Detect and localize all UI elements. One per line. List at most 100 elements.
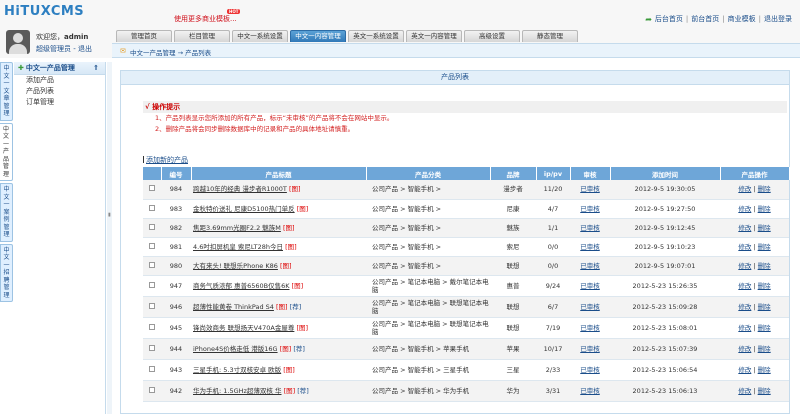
product-tag: [图]	[282, 223, 295, 232]
review-status-link[interactable]: 已审核	[580, 366, 600, 374]
review-cell: 已审核	[570, 275, 610, 297]
review-status-link[interactable]: 已审核	[580, 303, 600, 311]
table-row: 943 三星手机: 5.3寸双核安卓 欧版 [图] 公司产品 > 智能手机 > 三星…	[143, 359, 789, 381]
logout-link[interactable]: 退出登录	[764, 14, 792, 24]
edit-link[interactable]: 修改	[738, 282, 751, 290]
nav-tab[interactable]: 英文一系统设置	[348, 30, 404, 42]
review-status-link[interactable]: 已审核	[580, 387, 600, 395]
add-new-link[interactable]: 添加新的产品	[146, 156, 188, 164]
delete-link[interactable]: 删除	[758, 262, 771, 270]
edit-link[interactable]: 修改	[738, 345, 751, 353]
row-checkbox[interactable]	[149, 323, 155, 330]
nav-tab[interactable]: 静态管理	[522, 30, 578, 42]
row-checkbox[interactable]	[149, 185, 155, 192]
delete-link[interactable]: 删除	[758, 366, 771, 374]
review-cell: 已审核	[570, 380, 610, 402]
delete-link[interactable]: 删除	[758, 282, 771, 290]
menu-item[interactable]: 订单管理	[14, 97, 105, 108]
review-status-link[interactable]: 已审核	[580, 205, 600, 213]
delete-link[interactable]: 删除	[758, 185, 771, 193]
delete-link[interactable]: 删除	[758, 345, 771, 353]
column-header	[143, 167, 162, 180]
nav-tab[interactable]: 中文一内容管理	[290, 30, 346, 42]
row-checkbox[interactable]	[149, 204, 155, 211]
product-title-link[interactable]: 大有来头! 联想乐Phone K86	[193, 262, 278, 270]
side-tab[interactable]: 中文一招聘管理	[0, 243, 13, 302]
product-title-link[interactable]: 锋尚效商务 联想扬天V470A金屋尊	[193, 324, 294, 332]
review-status-link[interactable]: 已审核	[580, 224, 600, 232]
product-tag: [图]	[296, 323, 309, 332]
product-title-link[interactable]: 金秋特价送礼 尼康D5100热门单反	[193, 205, 295, 213]
product-title-link[interactable]: 超薄性能黄卷 ThinkPad S4	[193, 303, 274, 311]
review-status-link[interactable]: 已审核	[580, 282, 600, 290]
edit-link[interactable]: 修改	[738, 224, 751, 232]
row-checkbox[interactable]	[149, 223, 155, 230]
row-checkbox[interactable]	[149, 261, 155, 268]
review-status-link[interactable]: 已审核	[580, 185, 600, 193]
row-checkbox[interactable]	[149, 302, 155, 309]
role-logout-link[interactable]: 超级管理员 - 退出	[36, 44, 92, 54]
product-brand: 苹果	[490, 338, 536, 360]
review-status-link[interactable]: 已审核	[580, 345, 600, 353]
product-title-link[interactable]: 焦距3.69mm光圈F2.2 魅族M	[193, 224, 281, 232]
product-brand: 魅族	[490, 218, 536, 238]
row-checkbox[interactable]	[149, 344, 155, 351]
nav-tab[interactable]: 英文一内容管理	[406, 30, 462, 42]
row-checkbox[interactable]	[149, 242, 155, 249]
checkbox-cell	[143, 275, 161, 297]
review-status-link[interactable]: 已审核	[580, 243, 600, 251]
nav-tab[interactable]: 管理首页	[116, 30, 172, 42]
delete-link[interactable]: 删除	[758, 205, 771, 213]
logo[interactable]: HiTUXCMS	[4, 4, 84, 19]
main-nav: 管理首页 栏目管理 中文一系统设置 中文一内容管理 英文一系统设置 英文一内容管理 高级设置…	[116, 30, 578, 42]
checkbox-cell	[143, 380, 161, 402]
product-title-cell: 华为手机: 1.5GHz超薄双核 华 [图] [荐]	[191, 380, 366, 402]
edit-link[interactable]: 修改	[738, 185, 751, 193]
delete-link[interactable]: 删除	[758, 224, 771, 232]
column-header: 添加时间	[610, 167, 721, 180]
templates-link[interactable]: 商业模板	[728, 14, 756, 24]
frontend-home-link[interactable]: 前台首页	[691, 14, 719, 24]
collapse-icon[interactable]: ⇑	[93, 62, 99, 74]
nav-tab[interactable]: 中文一系统设置	[232, 30, 288, 42]
product-title-link[interactable]: 跨越10年的经典 漫步者R1000T	[193, 185, 287, 193]
product-table: 编号 产品标题 产品分类 品牌 ip/pv 审核 添加时间 产品操作 984 跨越10年的经典 …	[143, 167, 790, 402]
table-row: 982 焦距3.69mm光圈F2.2 魅族M [图] 公司产品 > 智能手机 > 魅族…	[143, 218, 789, 238]
menu-header[interactable]: ✚ 中文一产品管理 ⇑	[14, 62, 105, 75]
product-title-link[interactable]: iPhone4S价格走低 港版16G	[193, 345, 278, 353]
product-title-link[interactable]: 华为手机: 1.5GHz超薄双核 华	[193, 387, 282, 395]
promo-link[interactable]: 使用更多商业模板...	[174, 14, 237, 24]
edit-link[interactable]: 修改	[738, 324, 751, 332]
product-title-link[interactable]: 三星手机: 5.3寸双核安卓 欧版	[193, 366, 281, 374]
splitter[interactable]: ▮	[107, 62, 112, 414]
product-brand: 惠普	[490, 275, 536, 297]
row-checkbox[interactable]	[149, 365, 155, 372]
delete-link[interactable]: 删除	[758, 324, 771, 332]
menu-item[interactable]: 产品列表	[14, 86, 105, 97]
edit-link[interactable]: 修改	[738, 262, 751, 270]
nav-tab[interactable]: 高级设置	[464, 30, 520, 42]
review-status-link[interactable]: 已审核	[580, 262, 600, 270]
operation-cell: 修改 | 删除	[720, 296, 789, 318]
added-time: 2012-9-5 19:10:23	[610, 237, 720, 257]
nav-tab[interactable]: 栏目管理	[174, 30, 230, 42]
delete-link[interactable]: 删除	[758, 303, 771, 311]
side-tab[interactable]: 中文一产品管理	[0, 122, 13, 181]
product-title-link[interactable]: 商务气质浓郁 惠普6560B仅售6K	[193, 282, 289, 290]
backend-home-link[interactable]: 后台首页	[655, 14, 683, 24]
edit-link[interactable]: 修改	[738, 243, 751, 251]
side-tab[interactable]: 中文一文章管理	[0, 62, 13, 121]
delete-link[interactable]: 删除	[758, 387, 771, 395]
product-category: 公司产品 > 笔记本电脑 > 联想笔记本电脑	[366, 296, 490, 318]
edit-link[interactable]: 修改	[738, 387, 751, 395]
delete-link[interactable]: 删除	[758, 243, 771, 251]
edit-link[interactable]: 修改	[738, 366, 751, 374]
menu-item[interactable]: 添加产品	[14, 75, 105, 86]
row-checkbox[interactable]	[149, 281, 155, 288]
edit-link[interactable]: 修改	[738, 205, 751, 213]
edit-link[interactable]: 修改	[738, 303, 751, 311]
product-title-link[interactable]: 4.6吋扣屏机皇 索尼LT28h今日	[193, 243, 283, 251]
side-tab[interactable]: 中文一案例管理	[0, 183, 13, 242]
row-checkbox[interactable]	[149, 386, 155, 393]
review-status-link[interactable]: 已审核	[580, 324, 600, 332]
